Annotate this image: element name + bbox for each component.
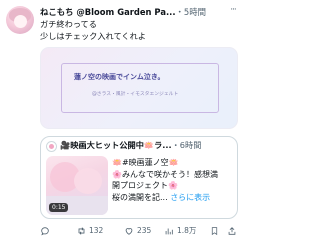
reply-icon [41, 227, 49, 236]
quoted-time[interactable]: ・6時間 [172, 140, 202, 150]
quoted-text-line-1: 🪷#映画蓮ノ空🪷 [112, 158, 179, 167]
quoted-text-truncated: 桜の満開を記... [112, 192, 168, 202]
quoted-video-thumbnail[interactable]: 0:15 [46, 156, 108, 215]
bookmark-icon [211, 227, 218, 236]
action-bar: 132 235 1.8万 [40, 224, 244, 238]
retweet-button[interactable]: 132 [76, 224, 116, 238]
user-name[interactable]: ねこもち @Bloom Garden Pa... [40, 7, 176, 17]
quoted-text-line-3: 開プロジェクト🌸 [112, 181, 178, 190]
views-icon [165, 228, 173, 235]
tweet-image[interactable]: 蓮ノ空の映画でインム泣き。 @さラス・風計・イモスタエンジェルト [40, 47, 238, 129]
tweet-header: ねこもち @Bloom Garden Pa...・5時間 [40, 5, 240, 19]
show-more-link[interactable]: さらに表示 [170, 193, 210, 202]
heart-icon [125, 228, 133, 235]
reply-button[interactable] [40, 224, 52, 238]
views-count: 1.8万 [177, 226, 197, 235]
tweet-time[interactable]: ・5時間 [176, 7, 206, 17]
quoted-user-name[interactable]: 🎥映画大ヒット公開中🪷ラ... [60, 140, 172, 150]
retweet-icon [78, 227, 85, 235]
image-frame [61, 63, 219, 113]
more-options-icon[interactable]: ··· [226, 5, 240, 15]
like-count: 235 [137, 226, 152, 235]
image-subtitle: @さラス・風計・イモスタエンジェルト [92, 92, 179, 97]
like-button[interactable]: 235 [124, 224, 164, 238]
quoted-text-line-4: 桜の満開を記... さらに表示 [112, 192, 210, 204]
avatar-face [14, 15, 27, 28]
image-title: 蓮ノ空の映画でインム泣き。 [74, 73, 165, 81]
tweet[interactable]: ねこもち @Bloom Garden Pa...・5時間 ··· ガチ終わってる… [0, 0, 244, 250]
share-button[interactable] [227, 224, 239, 238]
quoted-tweet[interactable]: 🎥映画大ヒット公開中🪷ラ...・6時間 0:15 🪷#映画蓮ノ空🪷 🌸みんなで咲… [40, 136, 238, 219]
bookmark-button[interactable] [210, 224, 222, 238]
quoted-avatar[interactable] [46, 141, 57, 152]
quoted-text-line-2: 🌸みんなで咲かそう！感想満 [112, 169, 218, 179]
views-button[interactable]: 1.8万 [164, 224, 204, 238]
video-duration-badge: 0:15 [49, 203, 69, 212]
quoted-header: 🎥映画大ヒット公開中🪷ラ...・6時間 [60, 139, 235, 152]
share-icon [228, 227, 236, 235]
avatar[interactable] [6, 6, 34, 34]
tweet-text-line-1: ガチ終わってる [40, 19, 97, 29]
tweet-text-line-2: 少しはチェック入れてくれよ [40, 31, 146, 41]
thumbnail-blossom [74, 168, 102, 194]
retweet-count: 132 [89, 226, 104, 235]
